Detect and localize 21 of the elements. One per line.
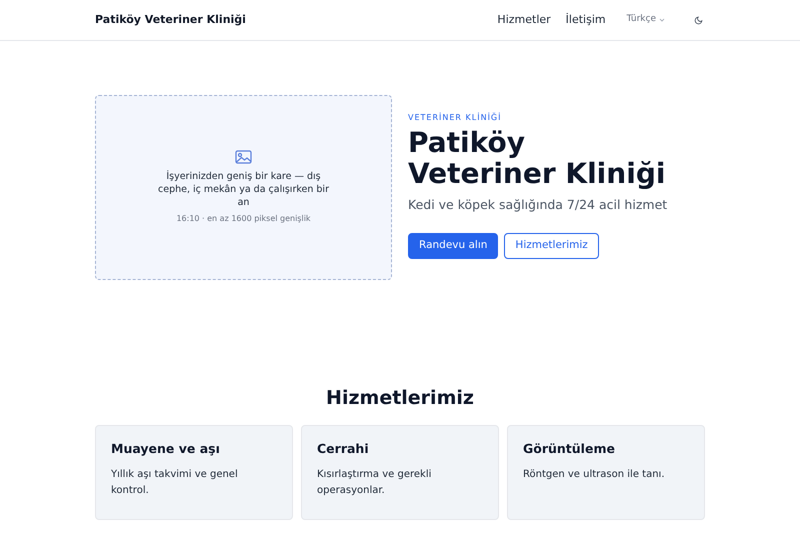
- card-title: Muayene ve aşı: [111, 440, 221, 458]
- chevron-down-icon: [659, 18, 665, 22]
- appointment-button[interactable]: Randevu alın: [408, 232, 498, 259]
- card-text: Yıllık aşı takvimi ve genel kontrol.: [111, 468, 239, 498]
- card-title: Görüntüleme: [523, 440, 616, 458]
- hero-title: Patiköy Veteriner Kliniği: [408, 127, 666, 189]
- section-title: Hizmetlerimiz: [325, 386, 475, 411]
- eyebrow-label: VETERİNER KLİNİĞİ: [408, 112, 502, 124]
- services-button[interactable]: Hizmetlerimiz: [504, 232, 599, 259]
- language-select[interactable]: Türkçe: [626, 13, 665, 27]
- nav-link[interactable]: Hizmetler: [497, 12, 551, 28]
- dark-mode-toggle[interactable]: [693, 15, 703, 25]
- image-icon: [235, 150, 252, 164]
- placeholder-caption: İşyerinizden geniş bir kare — dış cephe, iç mekân ya da çalışırken bir an: [157, 170, 330, 209]
- hero-subtitle: Kedi ve köpek sağlığında 7/24 acil hizmet: [408, 196, 668, 214]
- brand-name[interactable]: Patiköy Veteriner Kliniği: [95, 12, 246, 28]
- placeholder-hint: 16:10 · en az 1600 piksel genişlik: [176, 213, 311, 225]
- card-title: Cerrahi: [317, 440, 370, 458]
- nav-link[interactable]: İletişim: [566, 12, 606, 28]
- card-text: Kısırlaştırma ve gerekli operasyonlar.: [317, 468, 432, 498]
- card-text: Röntgen ve ultrason ile tanı.: [523, 468, 666, 482]
